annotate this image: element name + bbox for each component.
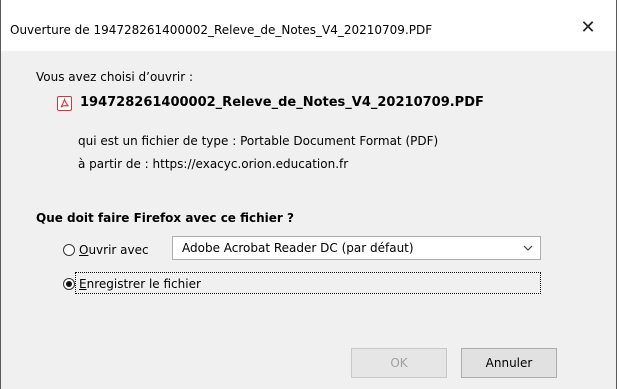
chevron-down-icon [522,242,534,257]
file-source-line: à partir de : https://exacyc.orion.educa… [78,157,349,171]
save-file-radio[interactable] [63,278,75,290]
title-bar[interactable]: Ouverture de 194728261400002_Releve_de_N… [1,0,616,51]
download-dialog: Ouverture de 194728261400002_Releve_de_N… [0,0,617,389]
chose-to-open-label: Vous avez choisi d’ouvrir : [36,70,194,84]
pdf-icon [57,96,72,111]
file-type-line: qui est un fichier de type : Portable Do… [78,134,439,148]
ok-button[interactable]: OK [351,348,447,378]
application-select[interactable]: Adobe Acrobat Reader DC (par défaut) [172,236,541,260]
application-select-value: Adobe Acrobat Reader DC (par défaut) [182,241,414,255]
window-title: Ouverture de 194728261400002_Releve_de_N… [10,23,433,37]
close-button[interactable]: ✕ [578,18,598,38]
cancel-button[interactable]: Annuler [461,348,557,378]
file-name: 194728261400002_Releve_de_Notes_V4_20210… [80,95,484,110]
open-with-label[interactable]: Ouvrir avec [79,243,149,257]
open-with-radio[interactable] [63,244,75,256]
focus-outline [75,272,541,294]
close-icon: ✕ [580,17,596,38]
action-question: Que doit faire Firefox avec ce fichier ? [36,211,294,225]
